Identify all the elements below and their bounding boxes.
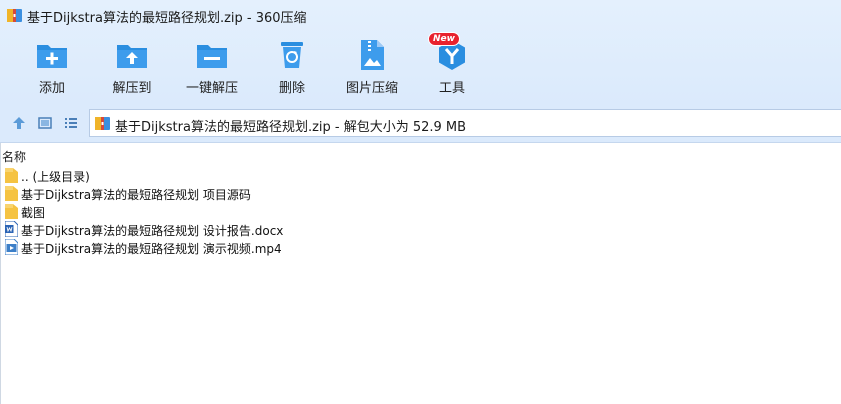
one-click-extract-icon — [197, 45, 227, 68]
column-name-header[interactable]: 名称 — [2, 148, 26, 165]
address-text: 基于Dijkstra算法的最短路径规划.zip - 解包大小为 52.9 MB — [115, 120, 467, 135]
list-item[interactable]: 截图 — [0, 202, 841, 220]
folder-icon — [5, 168, 18, 183]
up-arrow-icon[interactable] — [12, 116, 26, 130]
image-compress-icon — [361, 40, 384, 70]
add-folder-icon — [37, 45, 67, 68]
window-title: 基于Dijkstra算法的最短路径规划.zip - 360压缩 — [27, 11, 307, 26]
list-item[interactable]: 基于Dijkstra算法的最短路径规划 演示视频.mp4 — [0, 238, 841, 256]
app-window: 基于Dijkstra算法的最短路径规划.zip - 360压缩 添加 解压到 一… — [0, 0, 841, 404]
column-header: 名称 — [0, 143, 841, 165]
delete-button[interactable]: 删除 — [252, 38, 332, 98]
extract-to-button[interactable]: 解压到 — [92, 38, 172, 98]
address-row: 基于Dijkstra算法的最短路径规划.zip - 解包大小为 52.9 MB — [0, 104, 841, 143]
thumbnail-view-icon[interactable] — [38, 116, 52, 130]
extract-to-icon — [117, 45, 147, 68]
list-item[interactable]: 基于Dijkstra算法的最短路径规划 设计报告.docx — [0, 220, 841, 238]
new-badge: New — [428, 32, 460, 46]
list-view-icon[interactable] — [64, 116, 78, 130]
file-list: .. (上级目录) 基于Dijkstra算法的最短路径规划 项目源码 截图 基于… — [0, 166, 841, 256]
image-compress-button[interactable]: 图片压缩 — [332, 38, 412, 98]
address-bar[interactable]: 基于Dijkstra算法的最短路径规划.zip - 解包大小为 52.9 MB — [89, 109, 841, 137]
list-item[interactable]: .. (上级目录) — [0, 166, 841, 184]
folder-icon — [5, 204, 18, 219]
add-button[interactable]: 添加 — [12, 38, 92, 98]
word-document-icon — [5, 221, 18, 237]
zip-archive-icon — [7, 9, 22, 22]
delete-icon — [281, 42, 303, 68]
one-click-extract-button[interactable]: 一键解压 — [172, 38, 252, 98]
zip-archive-icon — [95, 117, 110, 130]
folder-icon — [5, 186, 18, 201]
list-item[interactable]: 基于Dijkstra算法的最短路径规划 项目源码 — [0, 184, 841, 202]
video-file-icon — [5, 239, 18, 255]
title-bar: 基于Dijkstra算法的最短路径规划.zip - 360压缩 — [0, 0, 841, 30]
tools-button[interactable]: New 工具 — [412, 32, 492, 98]
